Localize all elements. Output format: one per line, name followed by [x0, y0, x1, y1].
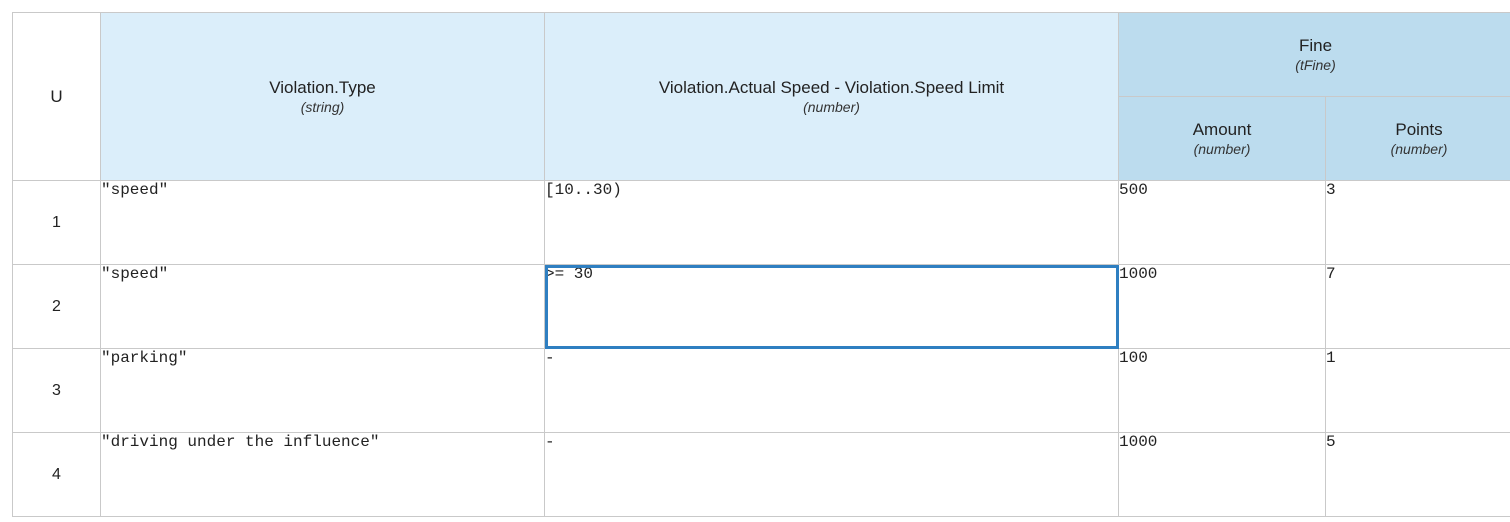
rule-cell-amount[interactable]: 500 — [1118, 180, 1326, 265]
input-header-violation-type[interactable]: Violation.Type (string) — [100, 12, 545, 181]
input-header-type: (string) — [300, 98, 345, 115]
rule-cell-violation-type[interactable]: "parking" — [100, 348, 545, 433]
rule-cell-speed-difference[interactable]: [10..30) — [544, 180, 1119, 265]
output-header-fine[interactable]: Fine (tFine) — [1117, 12, 1510, 97]
rule-row: 2 "speed" >= 30 1000 7 — [12, 264, 1510, 349]
hit-policy-label: U — [50, 86, 63, 106]
hit-policy-header[interactable]: U — [12, 12, 101, 181]
rule-number[interactable]: 3 — [12, 348, 101, 433]
rule-cell-speed-difference[interactable]: - — [544, 348, 1119, 433]
rule-cell-points[interactable]: 1 — [1324, 348, 1510, 433]
output-subheader-name: Points — [1395, 119, 1443, 139]
output-header-type: (tFine) — [1295, 56, 1336, 73]
rule-cell-speed-difference[interactable]: - — [544, 432, 1119, 517]
rule-cell-amount[interactable]: 100 — [1118, 348, 1326, 433]
input-header-name: Violation.Type — [269, 77, 376, 97]
rule-cell-points[interactable]: 5 — [1324, 432, 1510, 517]
decision-table: U Violation.Type (string) Violation.Actu… — [12, 12, 1510, 517]
input-header-speed-difference[interactable]: Violation.Actual Speed - Violation.Speed… — [544, 12, 1119, 181]
decision-table-container: U Violation.Type (string) Violation.Actu… — [12, 12, 1510, 517]
rule-cell-points[interactable]: 7 — [1324, 264, 1510, 349]
rule-row: 1 "speed" [10..30) 500 3 — [12, 180, 1510, 265]
output-subheader-type: (number) — [1390, 140, 1448, 157]
input-header-type: (number) — [803, 98, 860, 115]
rule-cell-violation-type[interactable]: "driving under the influence" — [100, 432, 545, 517]
input-header-name: Violation.Actual Speed - Violation.Speed… — [658, 77, 1005, 97]
output-subheader-name: Amount — [1192, 119, 1252, 139]
rule-number[interactable]: 1 — [12, 180, 101, 265]
rule-row: 4 "driving under the influence" - 1000 5 — [12, 432, 1510, 517]
output-subheader-points[interactable]: Points (number) — [1324, 96, 1510, 181]
output-subheader-amount[interactable]: Amount (number) — [1118, 96, 1326, 181]
rule-row: 3 "parking" - 100 1 — [12, 348, 1510, 433]
rule-cell-speed-difference-selected[interactable]: >= 30 — [544, 264, 1119, 349]
output-subheader-type: (number) — [1193, 140, 1251, 157]
rule-cell-violation-type[interactable]: "speed" — [100, 180, 545, 265]
rule-number[interactable]: 2 — [12, 264, 101, 349]
rule-cell-violation-type[interactable]: "speed" — [100, 264, 545, 349]
rule-cell-amount[interactable]: 1000 — [1118, 432, 1326, 517]
output-header-name: Fine — [1298, 35, 1333, 55]
rule-number[interactable]: 4 — [12, 432, 101, 517]
rule-cell-amount[interactable]: 1000 — [1118, 264, 1326, 349]
rule-cell-points[interactable]: 3 — [1324, 180, 1510, 265]
